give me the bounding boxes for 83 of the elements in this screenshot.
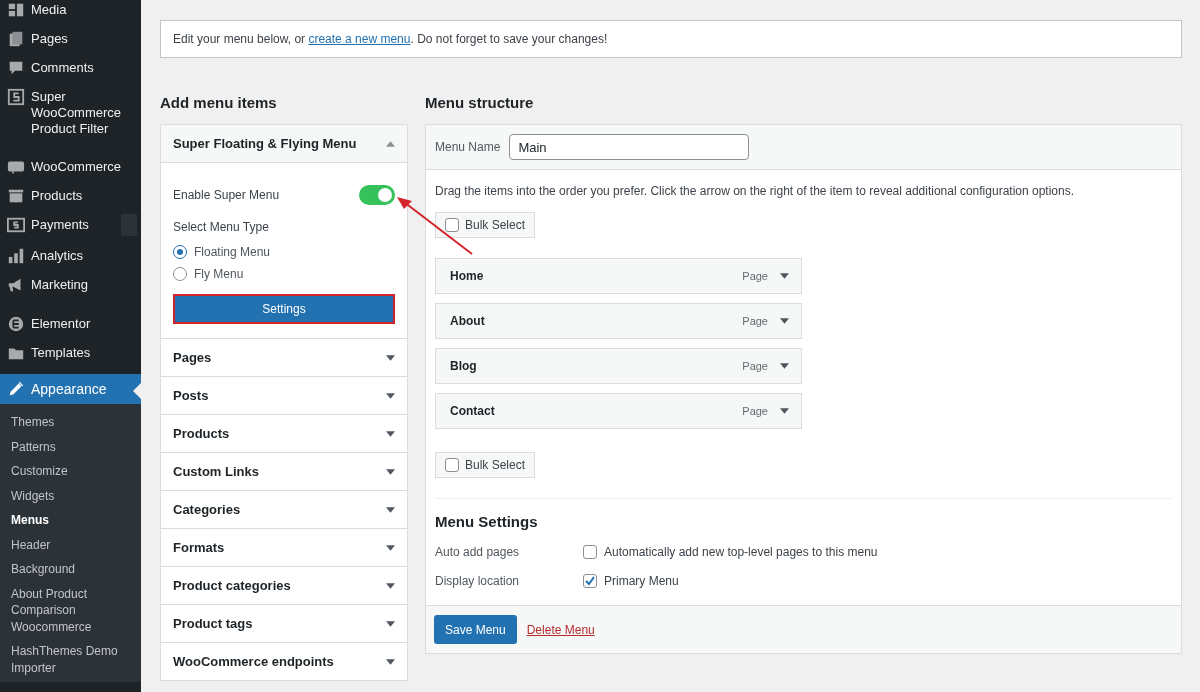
submenu-item[interactable]: Background xyxy=(0,557,141,582)
item-type-label: Page xyxy=(742,315,768,327)
sidebar-item[interactable]: Pages xyxy=(0,25,141,54)
bulk-select-control[interactable]: Bulk Select xyxy=(435,212,536,238)
sidebar-item[interactable]: Payments xyxy=(0,211,141,242)
radio-label: Floating Menu xyxy=(194,245,271,259)
radio-button[interactable] xyxy=(173,245,187,259)
caret-down-icon[interactable] xyxy=(780,408,789,414)
sidebar-item[interactable]: WooCommerce xyxy=(0,153,141,182)
submenu-item[interactable]: Patterns xyxy=(0,434,141,459)
sidebar-item[interactable]: Templates xyxy=(0,339,141,368)
caret-down-icon xyxy=(386,430,395,437)
caret-down-icon[interactable] xyxy=(780,318,789,324)
sidebar-item[interactable]: Comments xyxy=(0,54,141,83)
submenu-item[interactable]: Header xyxy=(0,532,141,557)
toggle-switch[interactable] xyxy=(359,185,395,205)
caret-down-icon xyxy=(386,544,395,551)
sidebar-item[interactable]: Appearance xyxy=(0,374,141,404)
submenu-item[interactable]: HashThemes Demo Importer xyxy=(0,639,141,680)
submenu-item[interactable]: Menus xyxy=(0,508,141,533)
caret-down-icon xyxy=(386,506,395,513)
submenu-item[interactable]: Widgets xyxy=(0,483,141,508)
checkbox[interactable] xyxy=(583,573,597,588)
checkbox[interactable] xyxy=(445,218,459,232)
media-icon xyxy=(7,1,25,19)
caret-down-icon xyxy=(386,620,395,627)
item-type-label: Page xyxy=(742,360,768,372)
toggle-label: Enable Super Menu xyxy=(173,188,280,202)
field-label: Select Menu Type xyxy=(173,220,270,234)
paintbrush-icon xyxy=(7,380,25,398)
bar-chart-icon xyxy=(7,247,25,265)
bulk-select-control[interactable]: Bulk Select xyxy=(435,452,536,478)
submenu-item[interactable]: About Product Comparison Woocommerce xyxy=(0,581,141,639)
caret-down-icon[interactable] xyxy=(780,363,789,369)
radio-label: Fly Menu xyxy=(194,267,244,281)
checkbox-label: Primary Menu xyxy=(604,573,679,588)
e-logo-icon xyxy=(7,315,25,333)
sidebar-item[interactable]: Marketing xyxy=(0,271,141,300)
delete-menu-link[interactable]: Delete Menu xyxy=(526,622,595,637)
menu-item-bar[interactable]: Blog Page xyxy=(435,348,802,384)
submenu-item[interactable]: Themes xyxy=(0,410,141,435)
item-type-label: Page xyxy=(742,405,768,417)
setting-label: Auto add pages xyxy=(435,544,521,559)
menu-item-title: Contact xyxy=(450,404,496,418)
caret-down-icon xyxy=(386,354,395,361)
instructions-text: Drag the items into the order you prefer. Click the arrow on the right of the item to reveal additional configuration options. xyxy=(435,184,1075,198)
settings-button[interactable]: Settings xyxy=(173,294,395,324)
menu-item-title: Home xyxy=(450,269,485,283)
caret-down-icon xyxy=(386,658,395,665)
item-type-label: Page xyxy=(742,270,768,282)
checkbox[interactable] xyxy=(583,544,597,559)
s-logo-icon xyxy=(7,88,25,106)
sidebar-item[interactable]: Media xyxy=(0,0,141,25)
caret-down-icon xyxy=(386,468,395,475)
save-menu-button[interactable]: Save Menu xyxy=(434,615,517,644)
menu-item-title: Blog xyxy=(450,359,478,373)
pages-icon xyxy=(7,30,25,48)
sidebar-item[interactable]: Elementor xyxy=(0,310,141,339)
section-heading: Add menu items xyxy=(160,94,278,111)
submenu-item[interactable]: Customize xyxy=(0,459,141,484)
sidebar-item[interactable]: Analytics xyxy=(0,242,141,271)
radio-button[interactable] xyxy=(173,267,187,281)
archive-box-icon xyxy=(7,187,25,205)
section-heading: Menu Settings xyxy=(435,513,539,530)
checkbox[interactable] xyxy=(445,458,459,472)
sidebar-item[interactable]: Super WooCommerce Product Filter xyxy=(0,83,141,143)
field-label: Menu Name xyxy=(435,140,501,154)
menu-item-bar[interactable]: Contact Page xyxy=(435,393,802,429)
menu-item-bar[interactable]: About Page xyxy=(435,303,802,339)
dollar-card-icon xyxy=(7,216,25,234)
caret-down-icon[interactable] xyxy=(780,273,789,279)
caret-down-icon xyxy=(386,582,395,589)
sidebar-item[interactable]: Products xyxy=(0,182,141,211)
menu-name-field[interactable]: Main xyxy=(509,134,750,160)
menu-item-title: About xyxy=(450,314,486,328)
setting-label: Display location xyxy=(435,573,521,588)
menu-item-bar[interactable]: Home Page xyxy=(435,258,802,294)
section-heading: Menu structure xyxy=(425,94,535,111)
caret-down-icon xyxy=(386,392,395,399)
caret-up-icon xyxy=(386,140,395,147)
accordion-header[interactable]: Super Floating & Flying Menu xyxy=(161,125,407,163)
notice-text: Edit your menu below, or create a new menu. Do not forget to save your changes! xyxy=(160,20,1182,58)
checkbox-label: Automatically add new top-level pages to this menu xyxy=(604,544,878,559)
